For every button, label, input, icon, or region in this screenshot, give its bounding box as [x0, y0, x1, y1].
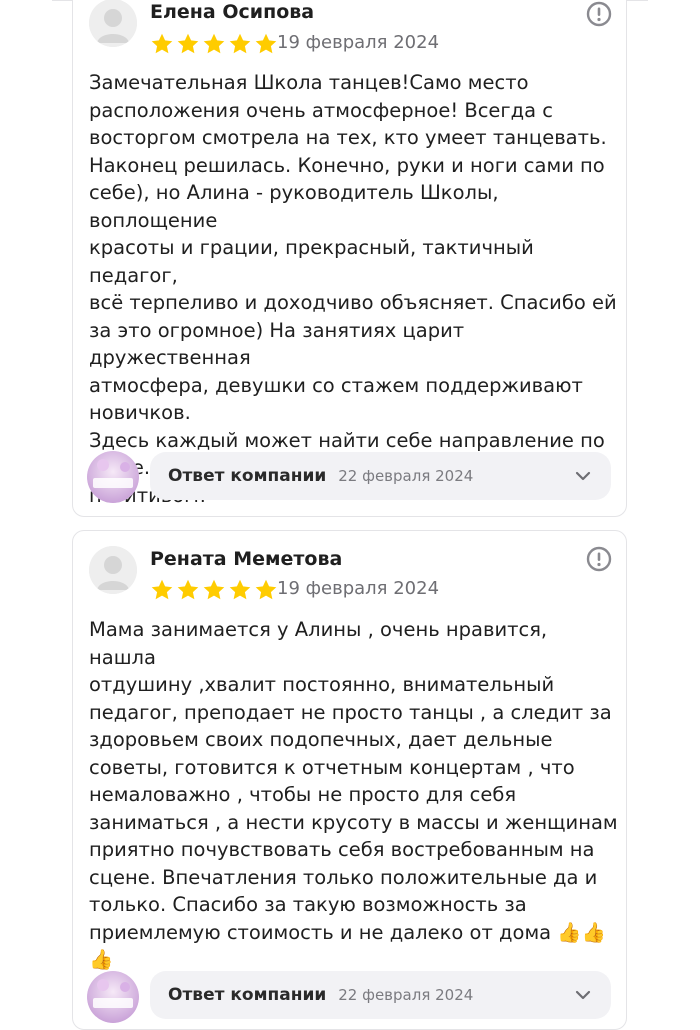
review-author[interactable]: Рената Меметова [150, 548, 342, 570]
user-avatar[interactable] [89, 0, 137, 47]
company-reply-toggle[interactable]: Ответ компании 22 февраля 2024 [150, 452, 611, 500]
star-icon [255, 33, 277, 54]
star-rating [150, 32, 278, 56]
review-author[interactable]: Елена Осипова [150, 1, 314, 23]
report-icon[interactable] [586, 546, 612, 572]
review-text: Замечательная Школа танцев!Само место ра… [89, 71, 617, 507]
review-date: 19 февраля 2024 [277, 578, 440, 599]
review-date: 19 февраля 2024 [277, 32, 440, 53]
company-reply-toggle[interactable]: Ответ компании 22 февраля 2024 [150, 971, 611, 1019]
review-card: Елена Осипова 19 февраля 2024 Замечатель… [72, 0, 627, 517]
reply-label: Ответ компании [168, 985, 327, 1005]
user-avatar[interactable] [89, 546, 137, 594]
star-icon [177, 33, 199, 54]
company-logo-image [87, 451, 139, 503]
review-card: Рената Меметова 19 февраля 2024 Мама зан… [72, 530, 627, 1030]
star-icon [151, 579, 173, 600]
company-logo [87, 971, 139, 1023]
avatar-placeholder-icon [89, 546, 137, 594]
report-icon[interactable] [586, 1, 612, 27]
review-text: Мама занимается у Алины , очень нравится… [89, 618, 618, 971]
company-logo [87, 451, 139, 503]
chevron-down-icon [575, 990, 591, 1000]
star-icon [229, 579, 251, 600]
reply-date: 22 февраля 2024 [338, 467, 474, 485]
chevron-down-icon [575, 471, 591, 481]
star-icon [229, 33, 251, 54]
star-icon [177, 579, 199, 600]
star-icon [151, 33, 173, 54]
star-icon [203, 33, 225, 54]
star-rating [150, 578, 278, 602]
reply-date: 22 февраля 2024 [338, 986, 474, 1004]
company-logo-image [87, 971, 139, 1023]
reply-label: Ответ компании [168, 466, 327, 486]
avatar-placeholder-icon [89, 0, 137, 47]
star-icon [203, 579, 225, 600]
star-icon [255, 579, 277, 600]
